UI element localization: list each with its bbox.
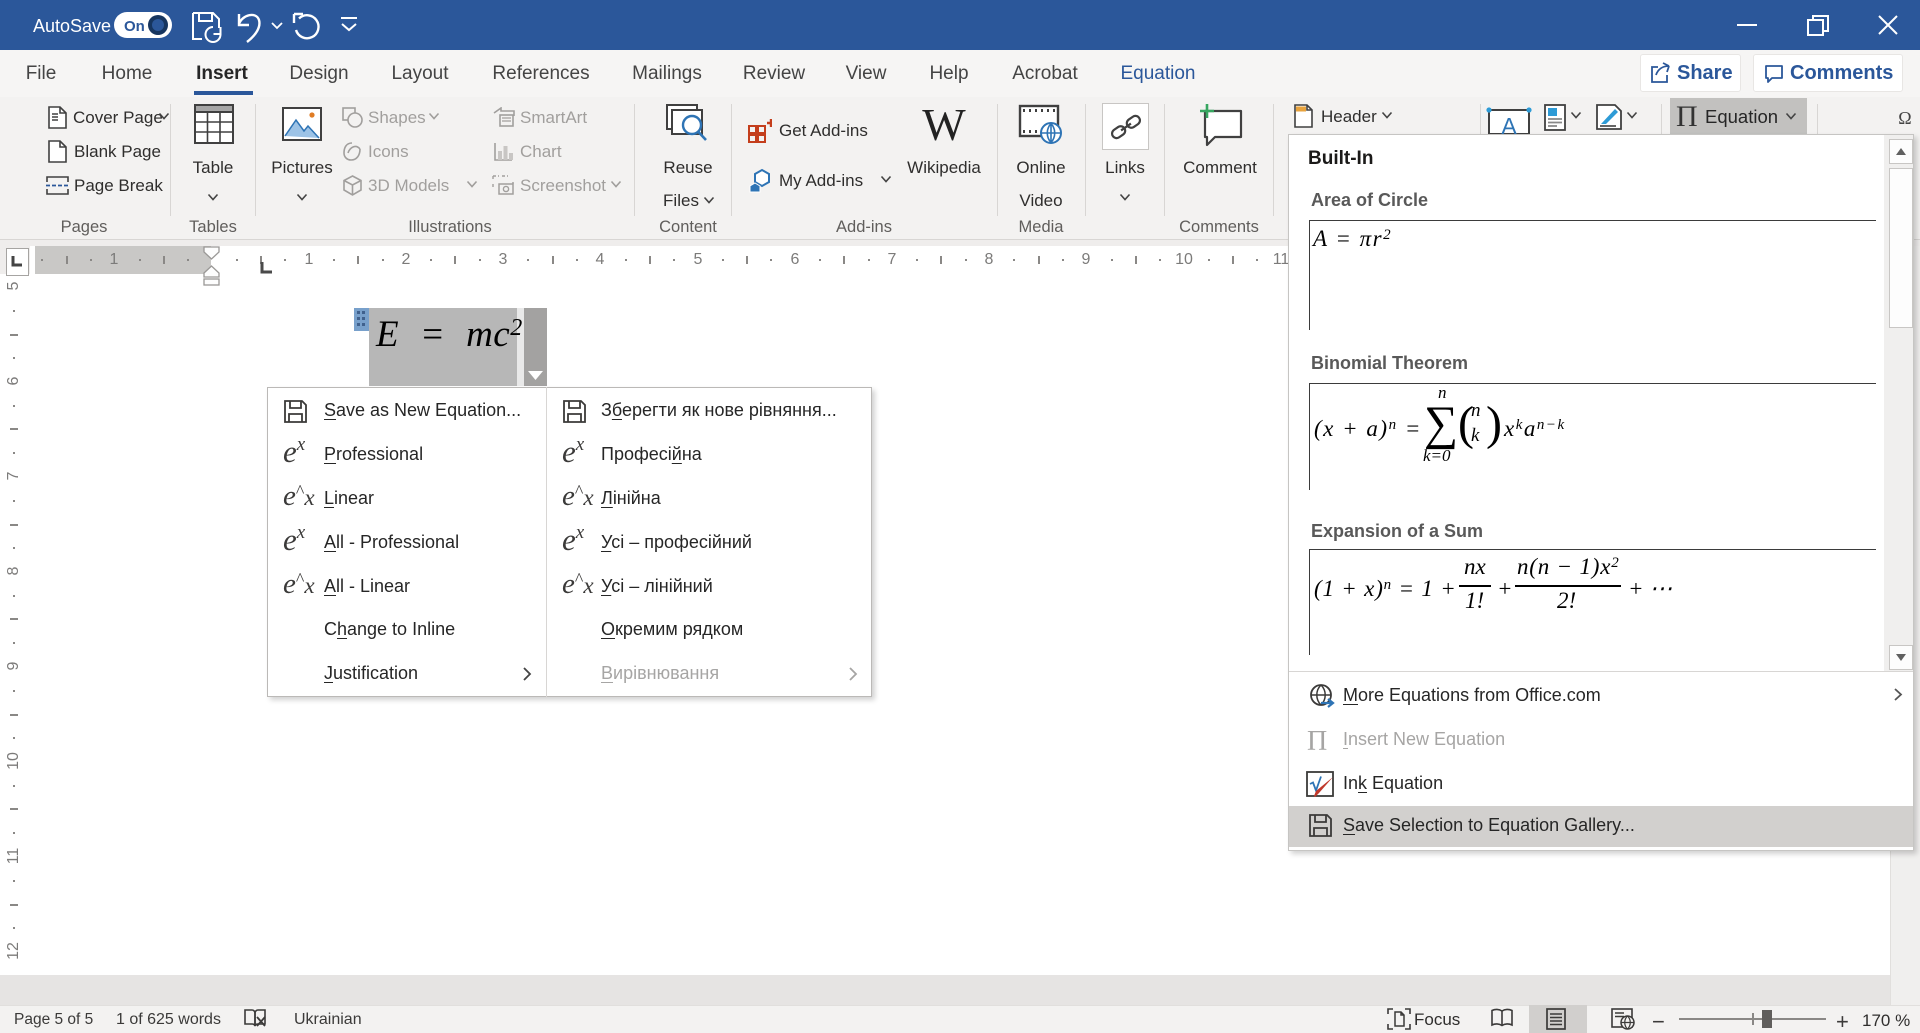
svg-text:Ω: Ω — [1898, 108, 1911, 128]
svg-text:A: A — [1501, 113, 1517, 134]
